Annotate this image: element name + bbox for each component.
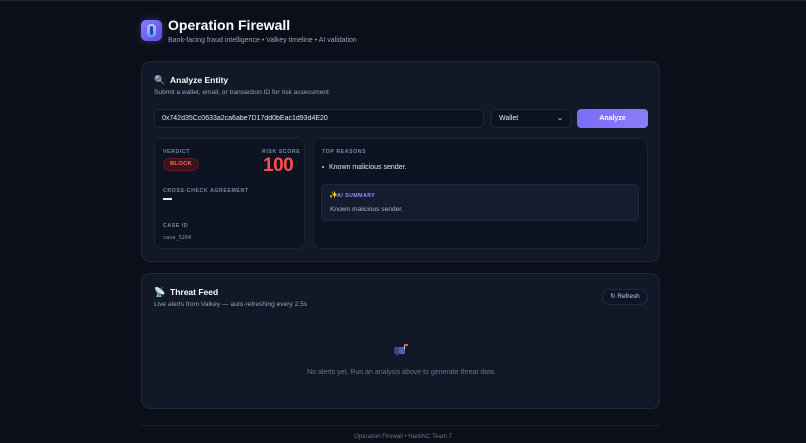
reason-item: Known malicious sender.	[329, 164, 407, 171]
analyze-button[interactable]: Analyze	[577, 109, 648, 128]
refresh-button[interactable]: ↻ Refresh	[602, 289, 648, 305]
ai-summary-label: AI SUMMARY	[337, 193, 376, 199]
analyze-entity-card: 🔍 Analyze Entity Submit a wallet, email,…	[141, 61, 660, 262]
analyze-title: Analyze Entity	[170, 75, 229, 85]
shield-logo-icon	[141, 20, 162, 41]
satellite-dish-icon: 📡	[154, 287, 166, 297]
top-divider	[0, 0, 806, 1]
risk-score-value: 100	[263, 155, 294, 176]
footer-text: Operation Firewall • HackNC Team 7	[354, 434, 452, 440]
threat-feed-card: 📡 Threat Feed Live alerts from Valkey — …	[141, 273, 660, 409]
case-id-label: CASE ID	[163, 223, 189, 229]
agreement-label: CROSS-CHECK AGREEMENT	[163, 188, 249, 194]
reasons-panel: TOP REASONS Known malicious sender. ✨ AI…	[313, 138, 648, 249]
entity-input[interactable]	[154, 109, 484, 128]
ai-summary-box: ✨ AI SUMMARY Known malicious sender.	[321, 184, 639, 221]
app-title: Operation Firewall	[168, 17, 291, 33]
threat-feed-title: Threat Feed	[170, 287, 219, 297]
mailbox-icon	[394, 344, 408, 356]
ai-summary-text: Known malicious sender.	[330, 206, 403, 213]
agreement-value	[163, 198, 172, 200]
top-reasons-label: TOP REASONS	[322, 149, 367, 155]
analyze-subtitle: Submit a wallet, email, or transaction I…	[154, 89, 329, 96]
verdict-badge: BLOCK	[163, 158, 199, 171]
entity-type-select[interactable]: Wallet ⌄	[491, 109, 571, 128]
reason-bullet	[322, 166, 324, 168]
verdict-label: VERDICT	[163, 149, 190, 155]
empty-state-text: No alerts yet. Run an analysis above to …	[307, 369, 496, 376]
app-subtitle: Bank-facing fraud intelligence • Valkey …	[168, 37, 357, 44]
app-header: Operation Firewall Bank-facing fraud int…	[141, 14, 661, 50]
threat-feed-subtitle: Live alerts from Valkey — auto-refreshin…	[154, 301, 308, 308]
verdict-panel: VERDICT BLOCK RISK SCORE 100 CROSS-CHECK…	[154, 138, 305, 249]
magnifier-icon: 🔍	[154, 75, 166, 85]
case-id-value: case_5204	[163, 235, 192, 241]
chevron-down-icon: ⌄	[555, 115, 565, 122]
footer-divider	[141, 425, 660, 426]
entity-type-value: Wallet	[499, 115, 519, 122]
